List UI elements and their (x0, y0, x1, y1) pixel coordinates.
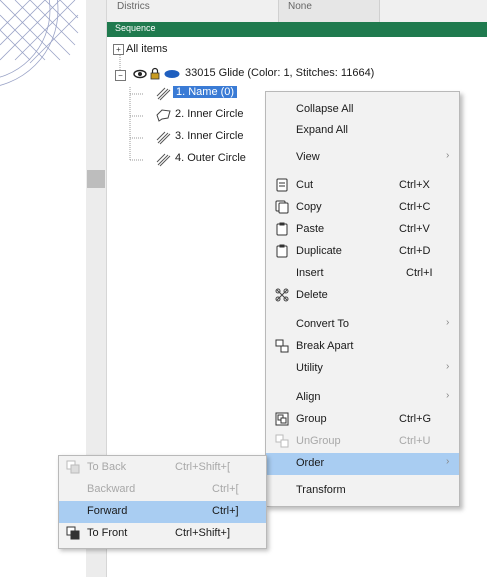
submenu-arrow-icon: › (446, 456, 450, 467)
menu-item-label: Duplicate (296, 245, 342, 257)
submenu-item-to-back[interactable]: To Back Ctrl+Shift+[ (59, 457, 266, 479)
menu-item-delete[interactable]: Delete (266, 285, 459, 307)
submenu-item-to-front[interactable]: To Front Ctrl+Shift+] (59, 523, 266, 545)
property-value: None (288, 1, 312, 12)
menu-item-label: Convert To (296, 318, 349, 330)
menu-item-label: View (296, 151, 320, 163)
menu-item-shortcut: Ctrl+G (399, 413, 432, 425)
menu-item-order[interactable]: Order › (266, 453, 459, 475)
thread-color-icon (164, 70, 180, 78)
order-submenu: To Back Ctrl+Shift+[ Backward Ctrl+[ For… (58, 455, 267, 549)
menu-item-align[interactable]: Align › (266, 387, 459, 409)
menu-item-label: Utility (296, 362, 323, 374)
break-apart-icon (275, 339, 289, 353)
group-icon (275, 412, 289, 426)
property-name: Districs (117, 1, 150, 12)
menu-item-view[interactable]: View › (266, 147, 459, 169)
sequence-title: Sequence (115, 23, 156, 33)
submenu-item-label: To Front (87, 527, 128, 539)
tree-design-node[interactable]: 33015 Glide (Color: 1, Stitches: 11664) (185, 67, 374, 79)
menu-item-label: UnGroup (296, 435, 341, 447)
menu-item-ungroup[interactable]: UnGroup Ctrl+U (266, 431, 459, 453)
to-back-icon (66, 460, 80, 474)
menu-item-insert[interactable]: Insert Ctrl+I (266, 263, 459, 285)
stitch-object-icon (156, 153, 171, 167)
menu-item-shortcut: Ctrl+D (399, 245, 431, 257)
menu-item-label: Align (296, 391, 321, 403)
menu-item-cut[interactable]: Cut Ctrl+X (266, 175, 459, 197)
submenu-item-label: Forward (87, 505, 128, 517)
cut-icon (276, 178, 288, 192)
to-front-icon (66, 526, 80, 540)
outline-object-icon (156, 109, 171, 122)
menu-item-label: Paste (296, 223, 325, 235)
menu-item-label: Collapse All (296, 103, 354, 115)
menu-item-duplicate[interactable]: Duplicate Ctrl+D (266, 241, 459, 263)
submenu-item-shortcut: Ctrl+[ (212, 483, 239, 495)
stitch-object-icon (156, 87, 171, 101)
menu-item-shortcut: Ctrl+C (399, 201, 431, 213)
submenu-item-shortcut: Ctrl+Shift+] (175, 527, 231, 539)
lock-icon[interactable] (150, 67, 160, 80)
menu-item-label: Insert (296, 267, 324, 279)
submenu-arrow-icon: › (446, 390, 450, 401)
submenu-item-forward[interactable]: Forward Ctrl+] (59, 501, 266, 523)
menu-item-transform[interactable]: Transform (266, 480, 459, 502)
menu-item-label: Group (296, 413, 327, 425)
submenu-item-label: To Back (87, 461, 127, 473)
tree-root-all-items[interactable]: All items (126, 43, 168, 55)
menu-item-label: Expand All (296, 124, 348, 136)
menu-item-label: Cut (296, 179, 314, 191)
menu-item-expand-all[interactable]: Expand All (266, 120, 459, 142)
menu-item-copy[interactable]: Copy Ctrl+C (266, 197, 459, 219)
submenu-arrow-icon: › (446, 150, 450, 161)
tree-item-name[interactable]: 1. Name (0) (173, 86, 238, 98)
duplicate-icon (276, 244, 288, 258)
menu-item-paste[interactable]: Paste Ctrl+V (266, 219, 459, 241)
submenu-arrow-icon: › (446, 317, 450, 328)
ungroup-icon (275, 434, 289, 448)
paste-icon (276, 222, 288, 236)
menu-item-convert-to[interactable]: Convert To › (266, 314, 459, 336)
tree-item-label: 1. Name (0) (173, 86, 238, 98)
submenu-item-shortcut: Ctrl+Shift+[ (175, 461, 231, 473)
menu-item-label: Order (296, 457, 325, 469)
tree-item-inner-circle-2[interactable]: 2. Inner Circle (175, 108, 243, 120)
visibility-eye-icon[interactable] (133, 68, 147, 80)
menu-item-collapse-all[interactable]: Collapse All (266, 99, 459, 121)
collapse-toggle[interactable]: − (115, 70, 126, 81)
delete-icon (275, 288, 289, 302)
submenu-item-backward[interactable]: Backward Ctrl+[ (59, 479, 266, 501)
menu-item-label: Copy (296, 201, 322, 213)
expand-toggle[interactable]: + (113, 44, 124, 55)
stitch-object-icon (156, 131, 171, 145)
menu-item-break-apart[interactable]: Break Apart (266, 336, 459, 358)
copy-icon (275, 200, 289, 214)
tree-item-outer-circle-4[interactable]: 4. Outer Circle (175, 152, 246, 164)
sequence-header (107, 22, 487, 37)
menu-item-utility[interactable]: Utility › (266, 358, 459, 380)
submenu-item-label: Backward (87, 483, 136, 495)
menu-item-label: Delete (296, 289, 328, 301)
menu-item-shortcut: Ctrl+V (399, 223, 430, 235)
menu-item-shortcut: Ctrl+U (399, 435, 431, 447)
submenu-item-shortcut: Ctrl+] (212, 505, 239, 517)
menu-item-group[interactable]: Group Ctrl+G (266, 409, 459, 431)
menu-item-label: Transform (296, 484, 346, 496)
context-menu: Collapse All Expand All View › Cut Ctrl+… (265, 91, 460, 507)
scrollbar-thumb[interactable] (87, 170, 105, 188)
menu-item-shortcut: Ctrl+I (406, 267, 433, 279)
menu-item-label: Break Apart (296, 340, 354, 352)
menu-item-shortcut: Ctrl+X (399, 179, 430, 191)
submenu-arrow-icon: › (446, 361, 450, 372)
tree-item-inner-circle-3[interactable]: 3. Inner Circle (175, 130, 243, 142)
